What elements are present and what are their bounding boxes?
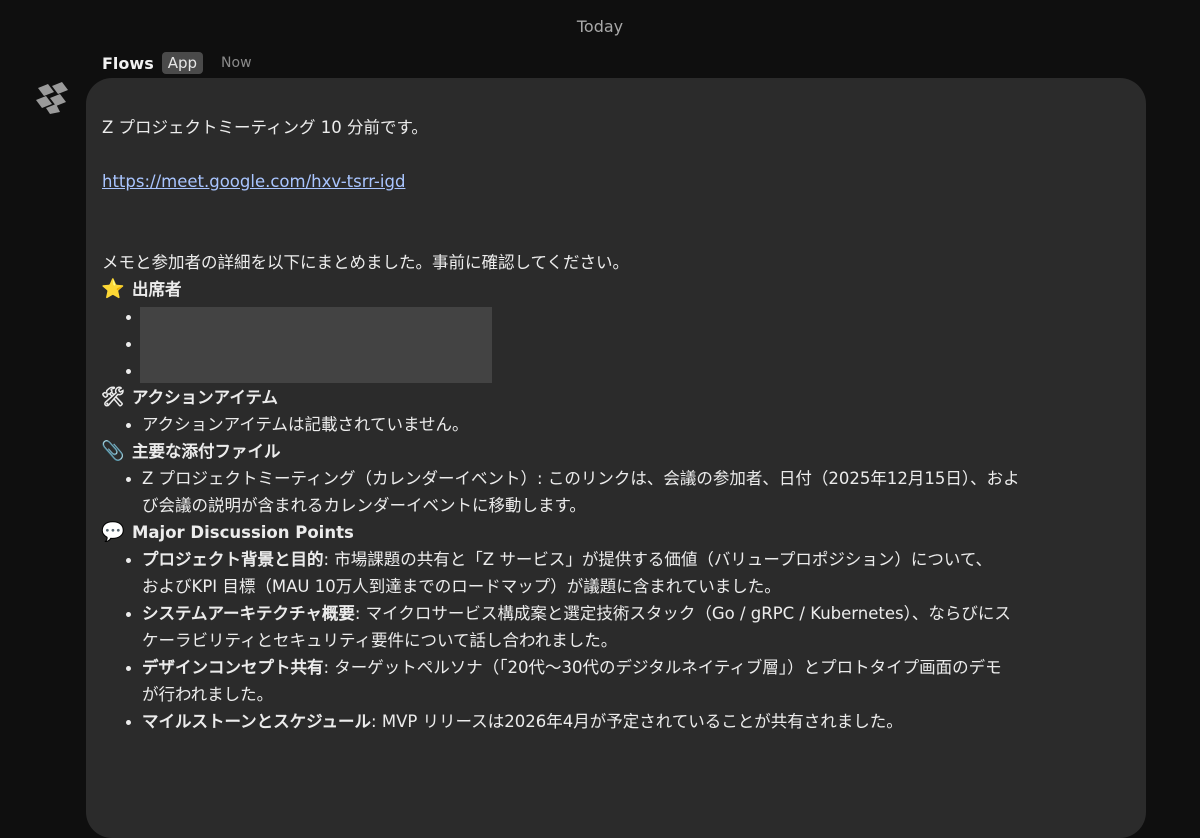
attendees-heading: ⭐ 出席者 — [101, 276, 1128, 303]
discussion-item-text: : マイクロサービス構成案と選定技術スタック（Go / gRPC / Kuber… — [354, 604, 1011, 623]
redacted-attendees — [140, 307, 492, 383]
flows-logo-icon[interactable] — [34, 80, 72, 116]
paperclip-icon: 📎 — [101, 440, 125, 462]
date-divider: Today — [576, 17, 624, 36]
attachments-list: Z プロジェクトミーティング（カレンダーイベント）: このリンクは、会議の参加者… — [102, 465, 1128, 519]
hammer-wrench-icon: 🛠 — [100, 386, 126, 408]
discussion-item-text-cont: が行われました。 — [142, 685, 274, 704]
app-badge: App — [161, 52, 204, 74]
discussion-item-text: : MVP リリースは2026年4月が予定されていることが共有されました。 — [371, 712, 903, 731]
attachments-title: 主要な添付ファイル — [132, 442, 281, 461]
discussion-item-title: システムアーキテクチャ概要 — [142, 604, 355, 623]
star-icon: ⭐ — [101, 278, 125, 300]
attachment-text-line2: び会議の説明が含まれるカレンダーイベントに移動します。 — [142, 496, 586, 515]
discussion-item-text-cont: ケーラビリティとセキュリティ要件について話し合われました。 — [142, 631, 618, 650]
speech-bubble-icon: 💬 — [101, 521, 125, 543]
actions-title: アクションアイテム — [132, 388, 279, 407]
discussion-heading: 💬 Major Discussion Points — [101, 519, 1128, 546]
discussion-title: Major Discussion Points — [132, 523, 354, 542]
discussion-item-title: デザインコンセプト共有 — [142, 658, 324, 677]
message-bubble: Z プロジェクトミーティング 10 分前です。 https://meet.goo… — [86, 78, 1146, 838]
discussion-item: プロジェクト背景と目的: 市場課題の共有と「Z サービス」が提供する価値（バリュ… — [126, 546, 1128, 600]
discussion-item-text-cont: およびKPI 目標（MAU 10万人到達までのロードマップ）が議題に含まれていま… — [142, 577, 781, 596]
actions-heading: 🛠 アクションアイテム — [100, 384, 1128, 411]
summary-text: メモと参加者の詳細を以下にまとめました。事前に確認してください。 — [102, 253, 630, 272]
message-timestamp: Now — [221, 55, 252, 71]
attachment-text-line1: Z プロジェクトミーティング（カレンダーイベント）: このリンクは、会議の参加者… — [142, 469, 1020, 488]
actions-list: アクションアイテムは記載されていません。 — [102, 411, 1128, 438]
action-item: アクションアイテムは記載されていません。 — [126, 411, 1128, 438]
message-header: Flows App Now — [102, 52, 252, 74]
discussion-item-text: : 市場課題の共有と「Z サービス」が提供する価値（バリュープロポジション）につ… — [323, 550, 993, 569]
discussion-item-title: プロジェクト背景と目的 — [142, 550, 324, 569]
sender-name[interactable]: Flows — [102, 54, 154, 73]
attachment-item[interactable]: Z プロジェクトミーティング（カレンダーイベント）: このリンクは、会議の参加者… — [126, 465, 1128, 519]
intro-text: Z プロジェクトミーティング 10 分前です。 — [102, 118, 428, 137]
discussion-item: システムアーキテクチャ概要: マイクロサービス構成案と選定技術スタック（Go /… — [126, 600, 1128, 654]
meet-link[interactable]: https://meet.google.com/hxv-tsrr-igd — [102, 172, 405, 191]
discussion-item: デザインコンセプト共有: ターゲットペルソナ（「20代〜30代のデジタルネイティ… — [126, 654, 1128, 708]
discussion-item: マイルストーンとスケジュール: MVP リリースは2026年4月が予定されている… — [126, 708, 1128, 735]
attendees-title: 出席者 — [132, 280, 182, 299]
discussion-item-title: マイルストーンとスケジュール — [142, 712, 372, 731]
discussion-list: プロジェクト背景と目的: 市場課題の共有と「Z サービス」が提供する価値（バリュ… — [102, 546, 1128, 735]
discussion-item-text: : ターゲットペルソナ（「20代〜30代のデジタルネイティブ層」）とプロトタイプ… — [323, 658, 1002, 677]
attachments-heading: 📎 主要な添付ファイル — [101, 438, 1128, 465]
